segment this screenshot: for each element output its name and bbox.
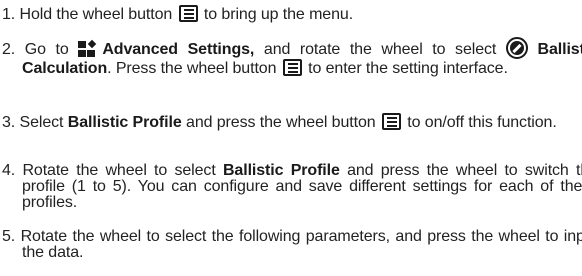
step-3-number: 3. xyxy=(2,114,16,131)
step-3-text-b: and press the wheel button xyxy=(186,114,376,131)
step-5: 5. Rotate the wheel to select the follow… xyxy=(2,229,582,261)
ballistic-calculation-icon xyxy=(505,37,528,59)
ballistic-profile-label: Ballistic Profile xyxy=(222,162,340,179)
step-2-text-a: Go to xyxy=(24,41,69,58)
menu-button-icon xyxy=(282,59,302,76)
step-1: 1. Hold the wheel button to bring up the… xyxy=(2,5,582,23)
step-2-number: 2. xyxy=(2,41,16,58)
step-1-number: 1. xyxy=(2,6,16,23)
manual-page: 1. Hold the wheel button to bring up the… xyxy=(0,0,582,276)
step-4-text-a: Rotate the wheel to select xyxy=(22,162,216,179)
step-2: 2. Go to Advanced Settings, and rotate t… xyxy=(2,37,582,77)
step-1-text-b: to bring up the menu. xyxy=(203,6,354,23)
menu-button-icon xyxy=(178,5,198,22)
menu-button-icon xyxy=(381,113,401,130)
step-4-number: 4. xyxy=(2,162,16,179)
step-2-text-c: . Press the wheel button xyxy=(107,60,277,77)
step-1-text-a: Hold the wheel button xyxy=(19,6,173,23)
step-2-text-b: and rotate the wheel to select xyxy=(263,41,497,58)
step-5-text-a: Rotate the wheel to select the following… xyxy=(20,228,582,261)
advanced-settings-label: Advanced Settings, xyxy=(102,41,255,58)
step-3: 3. Select Ballistic Profile and press th… xyxy=(2,113,582,131)
step-3-text-a: Select xyxy=(19,114,64,131)
ballistic-profile-label: Ballistic Profile xyxy=(67,114,182,131)
advanced-settings-icon xyxy=(78,39,98,57)
step-5-number: 5. xyxy=(2,228,16,245)
step-2-text-d: to enter the setting interface. xyxy=(308,60,508,77)
step-4: 4. Rotate the wheel to select Ballistic … xyxy=(2,163,582,211)
step-3-text-c: to on/off this function. xyxy=(407,114,557,131)
